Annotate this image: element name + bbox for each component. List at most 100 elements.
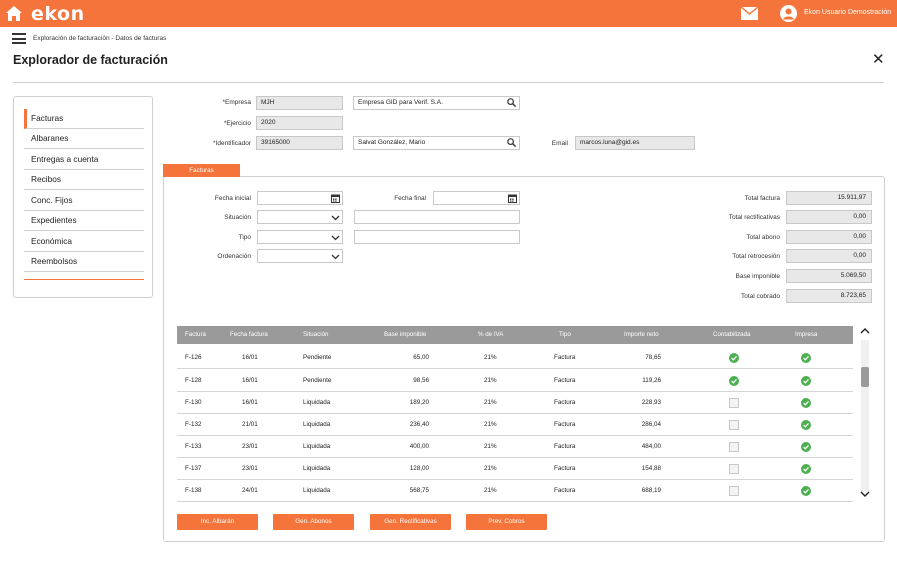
chevron-down-icon <box>331 235 340 241</box>
table-header: Factura Fecha factura Situación Base imp… <box>177 326 853 344</box>
check-circle-icon <box>801 353 811 363</box>
contabilizada-checkbox[interactable] <box>729 398 739 408</box>
table-row[interactable]: F-132 21/01 Liquidada 236,40 21% Factura… <box>177 414 853 436</box>
hamburger-menu-icon[interactable] <box>12 33 26 44</box>
tipo-label: Tipo <box>238 234 251 241</box>
cell-situacion: Liquidada <box>303 399 331 406</box>
cell-tipo: Factura <box>554 443 576 450</box>
tab-facturas[interactable]: Facturas <box>163 164 240 177</box>
identificador-field[interactable]: 39165000 <box>256 136 343 150</box>
cell-importe: 78,65 <box>645 354 661 361</box>
column-header-contabilizada[interactable]: Contabilizada <box>713 326 751 344</box>
empresa-name-field[interactable]: Empresa GID para Verif. S.A. <box>353 96 520 110</box>
cell-fecha: 16/01 <box>242 377 258 384</box>
sidebar-item-entregas-a-cuenta[interactable]: Entregas a cuenta <box>24 150 144 170</box>
cell-iva: 21% <box>484 487 497 494</box>
divider <box>13 82 884 83</box>
check-circle-icon <box>801 398 811 408</box>
sidebar-item-reembolsos[interactable]: Reembolsos <box>24 252 144 272</box>
sidebar-item-economica[interactable]: Económica <box>24 232 144 252</box>
gen-abonos-button[interactable]: Gen. Abonos <box>273 514 354 530</box>
cell-factura: F-128 <box>185 377 202 384</box>
scrollbar-thumb[interactable] <box>861 367 869 387</box>
prev-cobros-button[interactable]: Prev. Cobros <box>466 514 547 530</box>
cell-tipo: Factura <box>554 421 576 428</box>
fecha-final-label: Fecha final <box>394 195 426 202</box>
cell-base: 236,40 <box>409 421 429 428</box>
cell-situacion: Liquidada <box>303 421 331 428</box>
column-header-factura[interactable]: Factura <box>185 326 206 344</box>
cell-iva: 21% <box>484 377 497 384</box>
sidebar-item-facturas[interactable]: Facturas <box>24 109 144 129</box>
top-bar: ekon Ekon Usuario Demostración <box>0 0 897 27</box>
cell-importe: 688,19 <box>641 487 661 494</box>
ordenacion-label: Ordenación <box>217 253 251 260</box>
chevron-down-icon <box>331 254 340 260</box>
user-circle-icon[interactable] <box>780 5 797 22</box>
email-field[interactable]: marcos.luna@gid.es <box>575 136 695 150</box>
calendar-icon[interactable] <box>508 194 517 203</box>
cell-importe: 286,04 <box>641 421 661 428</box>
contabilizada-checkbox[interactable] <box>729 442 739 452</box>
contabilizada-checkbox[interactable] <box>729 486 739 496</box>
column-header-impresa[interactable]: Impresa <box>795 326 817 344</box>
cell-importe: 119,26 <box>642 377 661 384</box>
scrollbar-track[interactable] <box>861 340 869 492</box>
table-row[interactable]: F-137 23/01 Liquidada 128,00 21% Factura… <box>177 458 853 480</box>
empresa-label: *Empresa <box>222 99 251 106</box>
check-circle-icon <box>801 376 811 386</box>
sidebar-accent-line <box>24 279 144 280</box>
sidebar-item-conc-fijos[interactable]: Conc. Fijos <box>24 191 144 211</box>
calendar-icon[interactable] <box>331 194 340 203</box>
check-circle-icon <box>801 420 811 430</box>
fecha-final-input[interactable] <box>433 191 520 205</box>
column-header-importe-neto[interactable]: Importe neto <box>624 326 659 344</box>
identificador-name-field[interactable]: Salvat González, Mario <box>353 136 520 150</box>
contabilizada-checkbox[interactable] <box>729 420 739 430</box>
column-header-fecha-factura[interactable]: Fecha factura <box>230 326 268 344</box>
cell-fecha: 23/01 <box>242 465 258 472</box>
chevron-down-icon[interactable] <box>860 490 870 498</box>
cell-factura: F-133 <box>185 443 202 450</box>
tipo-text-field[interactable] <box>354 230 520 244</box>
sidebar-item-recibos[interactable]: Recibos <box>24 170 144 190</box>
search-icon[interactable] <box>507 98 516 107</box>
cell-iva: 21% <box>484 465 497 472</box>
ejercicio-label: *Ejercicio <box>223 120 251 127</box>
inc-albaran-button[interactable]: Inc. Albarán <box>177 514 258 530</box>
close-icon[interactable]: ✕ <box>872 52 885 67</box>
table-row[interactable]: F-130 16/01 Liquidada 189,20 21% Factura… <box>177 392 853 414</box>
cell-fecha: 24/01 <box>242 487 258 494</box>
chevron-up-icon[interactable] <box>860 327 870 335</box>
cell-situacion: Liquidada <box>303 443 331 450</box>
table-row[interactable]: F-133 23/01 Liquidada 400,00 21% Factura… <box>177 436 853 458</box>
table-row[interactable]: F-138 24/01 Liquidada 568,75 21% Factura… <box>177 480 853 502</box>
cell-situacion: Liquidada <box>303 487 331 494</box>
cell-fecha: 16/01 <box>242 399 258 406</box>
ejercicio-field[interactable]: 2020 <box>256 116 343 130</box>
cell-tipo: Factura <box>554 354 576 361</box>
column-header-base-imponible[interactable]: Base imponible <box>384 326 426 344</box>
total-abono-value: 0,00 <box>786 230 872 244</box>
breadcrumb[interactable]: Exploración de facturación - Datos de fa… <box>33 35 166 42</box>
empresa-code-field[interactable]: MJH <box>256 96 343 110</box>
user-name[interactable]: Ekon Usuario Demostración <box>804 9 891 16</box>
search-icon[interactable] <box>507 138 516 147</box>
sidebar-item-albaranes[interactable]: Albaranes <box>24 129 144 149</box>
sidebar-item-expedientes[interactable]: Expedientes <box>24 211 144 231</box>
cell-base: 65,00 <box>413 354 429 361</box>
check-circle-icon <box>729 376 739 386</box>
situacion-text-field[interactable] <box>354 210 520 224</box>
cell-base: 189,20 <box>409 399 429 406</box>
contabilizada-checkbox[interactable] <box>729 464 739 474</box>
table-row[interactable]: F-126 16/01 Pendiente 65,00 21% Factura … <box>177 347 853 369</box>
mail-icon[interactable] <box>741 7 758 20</box>
total-factura-label: Total factura <box>744 195 780 202</box>
home-icon[interactable] <box>6 6 22 21</box>
column-header-tipo[interactable]: Tipo <box>559 326 571 344</box>
cell-factura: F-137 <box>185 465 202 472</box>
table-row[interactable]: F-128 16/01 Pendiente 98,56 21% Factura … <box>177 370 853 392</box>
column-header-iva[interactable]: % de IVA <box>478 326 503 344</box>
column-header-situacion[interactable]: Situación <box>303 326 328 344</box>
gen-rectificativas-button[interactable]: Gen. Rectificativas <box>370 514 451 530</box>
